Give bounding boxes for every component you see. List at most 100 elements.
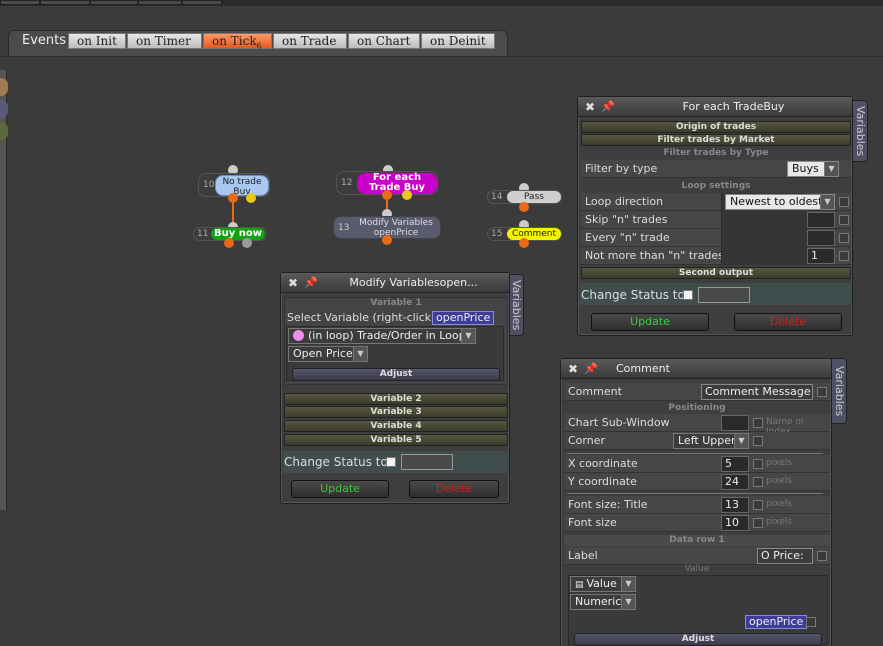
loop-direction-checkbox[interactable] xyxy=(839,197,849,207)
y-coordinate-input[interactable]: 24 xyxy=(721,474,749,490)
label-input[interactable]: O Price: xyxy=(757,548,813,564)
top-strip-segment[interactable] xyxy=(90,0,138,5)
panel-title: For each TradeBuy xyxy=(682,100,785,113)
adjust-button[interactable]: Adjust xyxy=(574,633,822,646)
filter-by-type-select[interactable]: Buys ▼ xyxy=(787,161,839,177)
field-select[interactable]: Open Price ▼ xyxy=(288,346,368,362)
corner-label: Corner xyxy=(568,434,606,447)
top-strip-segment[interactable] xyxy=(182,0,222,5)
change-status-checkbox[interactable] xyxy=(386,457,396,467)
pin-icon[interactable]: 📌 xyxy=(304,276,318,289)
tab-on-tick-label: on Tick xyxy=(212,34,257,48)
chart-subwindow-input[interactable] xyxy=(721,415,749,431)
variable2-section[interactable]: Variable 2 xyxy=(284,393,508,405)
source-select[interactable]: (in loop) Trade/Order in Loop ▼ xyxy=(288,328,476,344)
pin-icon[interactable]: 📌 xyxy=(584,362,598,375)
corner-checkbox[interactable] xyxy=(753,436,763,446)
value-type-select[interactable]: ▤ Value ▼ xyxy=(570,576,636,592)
close-icon[interactable]: ✖ xyxy=(566,362,580,376)
pixels-hint: pixels xyxy=(766,458,792,468)
numeric-select[interactable]: Numeric ▼ xyxy=(570,594,636,610)
positioning-subsection: Positioning xyxy=(668,403,726,413)
label-checkbox[interactable] xyxy=(817,551,827,561)
variable-checkbox[interactable] xyxy=(806,617,816,627)
font-size-checkbox[interactable] xyxy=(753,518,763,528)
comment-input[interactable]: Comment Message xyxy=(701,384,813,400)
chevron-down-icon: ▼ xyxy=(734,434,748,448)
comment-panel-titlebar[interactable]: ✖ 📌 Comment xyxy=(561,359,831,379)
y-coordinate-checkbox[interactable] xyxy=(753,477,763,487)
node-output-pin-alt[interactable] xyxy=(242,238,252,248)
top-strip-segment[interactable] xyxy=(0,0,40,5)
comment-checkbox[interactable] xyxy=(817,387,827,397)
filter-market-section[interactable]: Filter trades by Market xyxy=(581,134,851,146)
adjust-button[interactable]: Adjust xyxy=(292,368,500,381)
variable5-section[interactable]: Variable 5 xyxy=(284,434,508,446)
variable-tag[interactable]: openPrice xyxy=(432,311,495,325)
panel-title: Comment xyxy=(616,362,670,375)
change-status-checkbox[interactable] xyxy=(683,290,693,300)
chevron-down-icon: ▼ xyxy=(461,329,475,343)
loop-direction-label: Loop direction xyxy=(585,195,664,208)
variable4-section[interactable]: Variable 4 xyxy=(284,420,508,432)
tab-on-tick[interactable]: on Tick6 xyxy=(203,33,272,50)
change-status-input[interactable] xyxy=(401,454,453,470)
loop-direction-value: Newest to oldest xyxy=(730,195,823,208)
not-more-label: Not more than "n" trades xyxy=(585,249,724,262)
pin-icon[interactable]: 📌 xyxy=(601,100,615,113)
update-button[interactable]: Update xyxy=(291,480,389,498)
top-strip-segment[interactable] xyxy=(138,0,182,5)
node-output-pin[interactable] xyxy=(519,202,529,212)
chart-subwindow-checkbox[interactable] xyxy=(753,418,763,428)
top-strip-segment[interactable] xyxy=(40,0,90,5)
font-title-input[interactable]: 13 xyxy=(721,497,749,513)
data-row-subsection[interactable]: Data row 1 xyxy=(564,535,830,546)
divider xyxy=(567,493,823,494)
change-status-input[interactable] xyxy=(698,287,750,303)
tab-on-init[interactable]: on Init xyxy=(68,33,126,49)
second-output-section[interactable]: Second output xyxy=(581,267,851,279)
not-more-checkbox[interactable] xyxy=(839,251,849,261)
node-output-pin[interactable] xyxy=(382,235,392,245)
every-input[interactable] xyxy=(807,230,835,246)
chevron-down-icon: ▼ xyxy=(820,195,834,209)
every-checkbox[interactable] xyxy=(839,233,849,243)
x-coordinate-input[interactable]: 5 xyxy=(721,456,749,472)
loop-direction-select[interactable]: Newest to oldest ▼ xyxy=(725,194,835,210)
update-button[interactable]: Update xyxy=(591,313,709,331)
pixels-hint: pixels xyxy=(766,499,792,509)
delete-button[interactable]: Delete xyxy=(734,313,842,331)
variables-side-tab[interactable]: Variables xyxy=(852,100,868,162)
modify-panel-titlebar[interactable]: ✖ 📌 Modify Variablesopen... xyxy=(281,273,509,293)
origin-section[interactable]: Origin of trades xyxy=(581,121,851,133)
node-label: Comment xyxy=(507,228,561,240)
tab-on-chart[interactable]: on Chart xyxy=(348,33,420,49)
font-size-input[interactable]: 10 xyxy=(721,515,749,531)
node-output-pin-alt[interactable] xyxy=(402,190,412,200)
numeric-value: Numeric xyxy=(575,595,622,608)
variable3-section[interactable]: Variable 3 xyxy=(284,406,508,418)
font-title-checkbox[interactable] xyxy=(753,500,763,510)
tab-on-timer[interactable]: on Timer xyxy=(127,33,202,49)
foreach-panel-titlebar[interactable]: ✖ 📌 For each TradeBuy xyxy=(578,97,852,117)
tab-on-trade[interactable]: on Trade xyxy=(273,33,347,49)
tab-on-deinit[interactable]: on Deinit xyxy=(421,33,495,49)
close-icon[interactable]: ✖ xyxy=(286,276,300,290)
close-icon[interactable]: ✖ xyxy=(583,100,597,114)
node-output-pin[interactable] xyxy=(224,238,234,248)
node-output-pin[interactable] xyxy=(519,238,529,248)
variable-tag[interactable]: openPrice xyxy=(745,615,808,629)
variables-side-tab[interactable]: Variables xyxy=(831,358,847,424)
node-output-pin[interactable] xyxy=(382,190,392,200)
delete-button[interactable]: Delete xyxy=(409,480,499,498)
variables-side-tab[interactable]: Variables xyxy=(508,274,524,336)
skip-input[interactable] xyxy=(807,212,835,228)
skip-checkbox[interactable] xyxy=(839,215,849,225)
node-output-pin-alt[interactable] xyxy=(246,193,256,203)
corner-value: Left Upper xyxy=(678,434,736,447)
corner-select[interactable]: Left Upper ▼ xyxy=(673,433,749,449)
x-coordinate-label: X coordinate xyxy=(568,457,638,470)
panel-title: Modify Variablesopen... xyxy=(349,276,478,289)
x-coordinate-checkbox[interactable] xyxy=(753,459,763,469)
not-more-input[interactable]: 1 xyxy=(807,248,835,264)
